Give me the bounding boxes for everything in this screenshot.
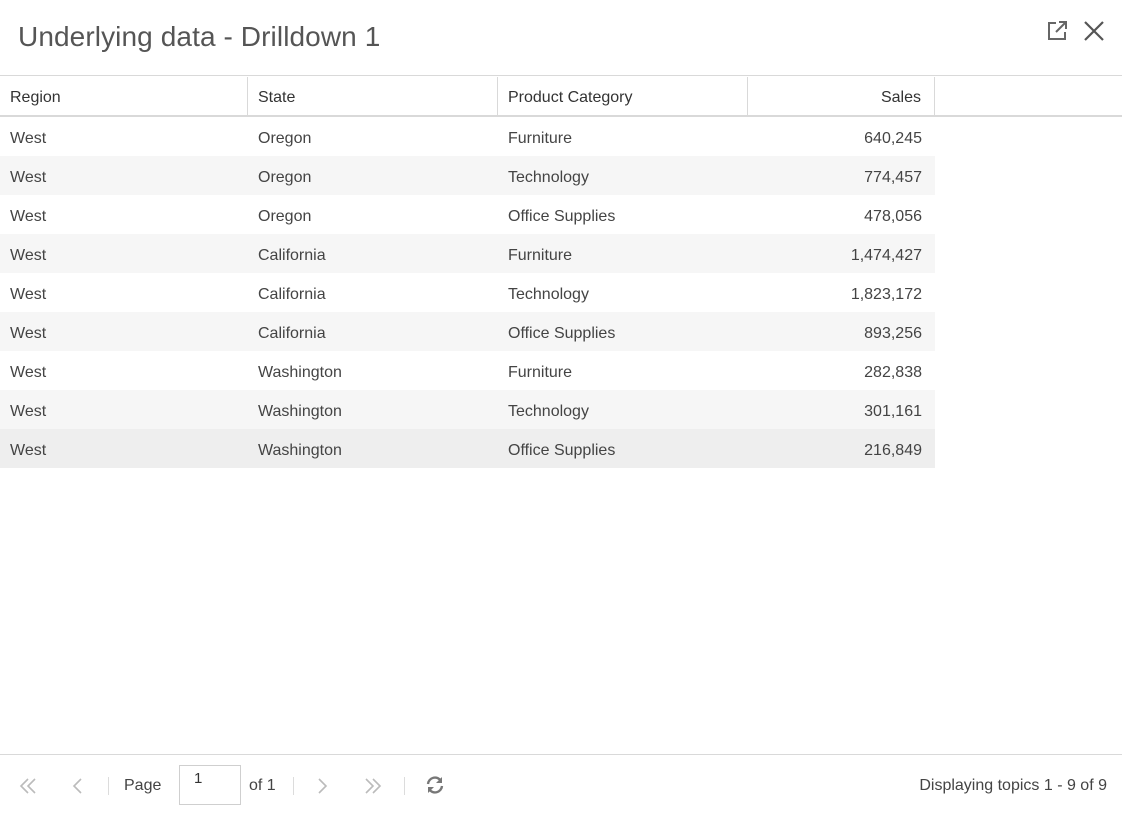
cell-product-category: Furniture xyxy=(508,130,573,147)
last-page-icon[interactable] xyxy=(362,775,384,797)
cell-product-category: Office Supplies xyxy=(498,429,748,468)
row-filler xyxy=(935,273,1122,312)
cell-region: West xyxy=(0,156,248,195)
cell-state: Oregon xyxy=(258,208,312,225)
grid-header: Region State Product Category Sales xyxy=(0,77,1122,117)
table-row[interactable]: West California Furniture 1,474,427 xyxy=(0,234,1122,273)
cell-sales: 1,474,427 xyxy=(748,234,935,273)
prev-page-icon[interactable] xyxy=(68,775,86,797)
cell-state: California xyxy=(248,312,498,351)
close-icon[interactable] xyxy=(1081,18,1107,44)
row-filler xyxy=(935,156,1122,195)
table-row[interactable]: West California Technology 1,823,172 xyxy=(0,273,1122,312)
row-filler xyxy=(935,390,1122,429)
paging-toolbar: Page of 1 Displaying topics 1 - 9 of 9 xyxy=(0,754,1122,813)
cell-product-category: Technology xyxy=(498,156,748,195)
cell-sales: 640,245 xyxy=(864,130,922,147)
cell-state: California xyxy=(248,234,498,273)
row-filler xyxy=(935,117,1122,156)
table-row[interactable]: West Oregon Office Supplies 478,056 xyxy=(0,195,1122,234)
cell-region: West xyxy=(10,286,47,303)
cell-region: West xyxy=(10,130,47,147)
page-count-label: of 1 xyxy=(249,777,276,794)
cell-sales: 301,161 xyxy=(748,390,935,429)
column-header-product-category[interactable]: Product Category xyxy=(498,77,748,115)
table-row[interactable]: West Oregon Furniture 640,245 xyxy=(0,117,1122,156)
cell-state: California xyxy=(258,286,326,303)
cell-region: West xyxy=(0,390,248,429)
data-grid: Region State Product Category Sales West… xyxy=(0,77,1122,468)
cell-region: West xyxy=(0,234,248,273)
cell-sales: 774,457 xyxy=(748,156,935,195)
cell-state: Washington xyxy=(248,429,498,468)
cell-sales: 893,256 xyxy=(748,312,935,351)
row-filler xyxy=(935,234,1122,273)
cell-state: Oregon xyxy=(258,130,312,147)
toolbar-separator xyxy=(293,777,294,795)
column-header-region[interactable]: Region xyxy=(0,77,248,115)
cell-region: West xyxy=(0,429,248,468)
table-row[interactable]: West Oregon Technology 774,457 xyxy=(0,156,1122,195)
dialog-title: Underlying data - Drilldown 1 xyxy=(18,21,381,52)
cell-product-category: Technology xyxy=(498,390,748,429)
cell-sales: 282,838 xyxy=(864,364,922,381)
cell-product-category: Furniture xyxy=(508,364,573,381)
cell-state: Washington xyxy=(248,390,498,429)
cell-product-category: Office Supplies xyxy=(508,208,616,225)
page-number-input[interactable] xyxy=(179,765,241,805)
dialog-header: Underlying data - Drilldown 1 xyxy=(0,0,1122,76)
cell-sales: 216,849 xyxy=(748,429,935,468)
table-row[interactable]: West Washington Office Supplies 216,849 xyxy=(0,429,1122,468)
cell-product-category: Technology xyxy=(508,286,589,303)
page-label: Page xyxy=(124,777,162,794)
paging-status: Displaying topics 1 - 9 of 9 xyxy=(919,777,1107,794)
table-row[interactable]: West Washington Furniture 282,838 xyxy=(0,351,1122,390)
cell-state: Washington xyxy=(258,364,342,381)
table-row[interactable]: West California Office Supplies 893,256 xyxy=(0,312,1122,351)
column-header-filler xyxy=(935,77,1122,115)
cell-sales: 478,056 xyxy=(864,208,922,225)
next-page-icon[interactable] xyxy=(314,775,332,797)
cell-region: West xyxy=(10,364,47,381)
cell-sales: 1,823,172 xyxy=(850,286,922,303)
cell-region: West xyxy=(10,208,47,225)
cell-product-category: Office Supplies xyxy=(498,312,748,351)
row-filler xyxy=(935,312,1122,351)
toolbar-separator xyxy=(108,777,109,795)
row-filler xyxy=(935,429,1122,468)
row-filler xyxy=(935,351,1122,390)
external-link-icon[interactable] xyxy=(1044,18,1070,44)
cell-region: West xyxy=(0,312,248,351)
toolbar-separator xyxy=(404,777,405,795)
row-filler xyxy=(935,195,1122,234)
refresh-icon[interactable] xyxy=(424,774,446,796)
table-row[interactable]: West Washington Technology 301,161 xyxy=(0,390,1122,429)
first-page-icon[interactable] xyxy=(17,775,39,797)
column-header-sales[interactable]: Sales xyxy=(748,77,935,115)
column-header-state[interactable]: State xyxy=(248,77,498,115)
cell-product-category: Furniture xyxy=(498,234,748,273)
cell-state: Oregon xyxy=(248,156,498,195)
